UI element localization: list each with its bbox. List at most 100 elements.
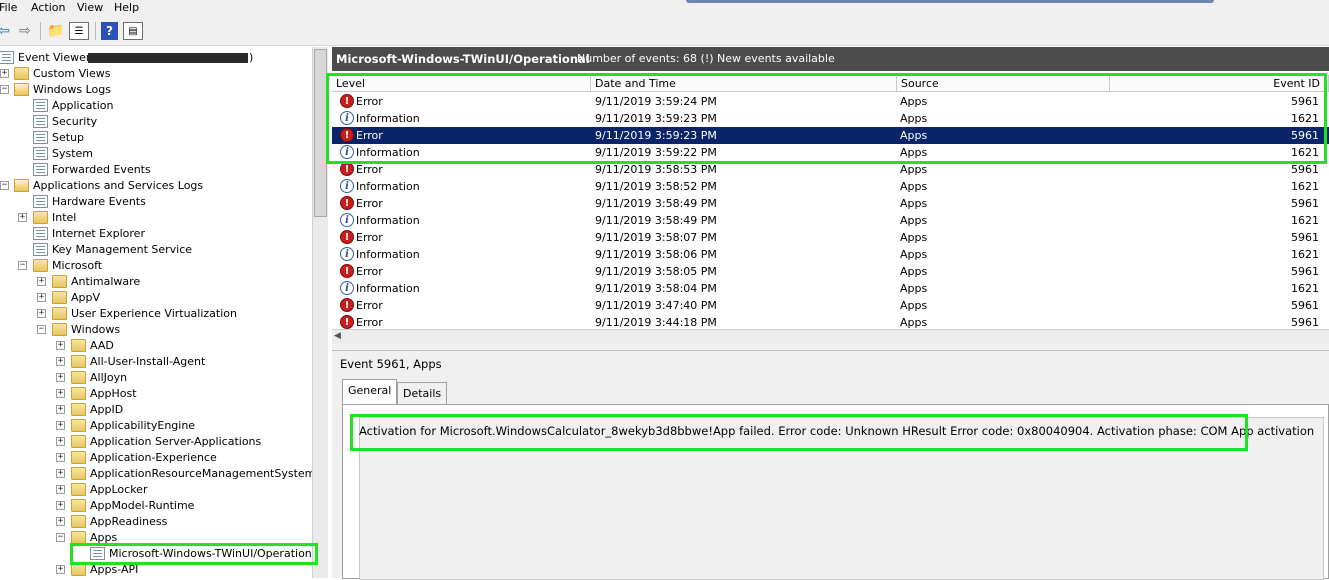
tree-item[interactable]: Forwarded Events [0, 162, 312, 178]
expand-icon[interactable]: + [37, 309, 46, 318]
tree-item[interactable]: + Application Server-Applications [0, 434, 312, 450]
tree-item[interactable]: + All-User-Install-Agent [0, 354, 312, 370]
tree-item[interactable]: + Application-Experience [0, 450, 312, 466]
expand-icon[interactable]: + [56, 469, 65, 478]
event-row[interactable]: ! Error 9/11/2019 3:58:07 PM Apps 5961 [332, 229, 1329, 246]
collapse-icon[interactable]: − [18, 261, 27, 270]
back-arrow-icon[interactable]: ⇦ [0, 22, 12, 40]
collapse-icon[interactable]: − [56, 533, 65, 542]
event-list[interactable]: Level Date and Time Source Event ID ! Err… [332, 75, 1329, 345]
expand-icon[interactable]: + [56, 357, 65, 366]
event-row[interactable]: i Information 9/11/2019 3:58:04 PM Apps 1621 [332, 280, 1329, 297]
tree-item[interactable]: − Windows [0, 322, 312, 338]
expand-icon[interactable]: + [37, 293, 46, 302]
tree-item[interactable]: + AppReadiness [0, 514, 312, 530]
tree-item[interactable]: + AppLocker [0, 482, 312, 498]
event-row[interactable]: i Information 9/11/2019 3:59:22 PM Apps 1621 [332, 144, 1329, 161]
tree-item[interactable]: + ApplicationResourceManagementSystem [0, 466, 312, 482]
tree-item[interactable]: + User Experience Virtualization [0, 306, 312, 322]
collapse-icon[interactable]: − [0, 181, 9, 190]
expand-icon[interactable]: + [18, 213, 27, 222]
log-icon [33, 115, 48, 128]
help-icon[interactable]: ? [101, 22, 118, 40]
properties-icon[interactable]: ▤ [123, 22, 143, 40]
column-level[interactable]: Level [332, 75, 591, 92]
tree-item[interactable]: + Intel [0, 210, 312, 226]
expand-icon[interactable]: + [56, 341, 65, 350]
tree-item[interactable]: Internet Explorer [0, 226, 312, 242]
menu-action[interactable]: Action [31, 1, 65, 14]
collapse-icon[interactable]: − [0, 85, 9, 94]
tree-item[interactable]: Application [0, 98, 312, 114]
event-id: 5961 [1291, 197, 1319, 210]
scroll-left-icon[interactable]: ◀ [334, 331, 341, 341]
tree-item[interactable]: + AppModel-Runtime [0, 498, 312, 514]
console-tree[interactable]: Event Viewer () + Custom Views − Windows Log… [0, 47, 312, 578]
column-event-id[interactable]: Event ID [1110, 75, 1329, 92]
up-folder-icon[interactable]: 📁 [47, 22, 65, 40]
tree-item[interactable]: − Microsoft [0, 258, 312, 274]
tree-item-label: System [52, 147, 94, 160]
tree-item[interactable]: + AAD [0, 338, 312, 354]
expand-icon[interactable]: + [56, 453, 65, 462]
event-row[interactable]: ! Error 9/11/2019 3:58:53 PM Apps 5961 [332, 161, 1329, 178]
tree-scrollbar[interactable] [312, 47, 328, 578]
event-row[interactable]: ! Error 9/11/2019 3:59:24 PM Apps 5961 [332, 93, 1329, 110]
tree-item[interactable]: Event Viewer () [0, 50, 312, 66]
event-row[interactable]: ! Error 9/11/2019 3:47:40 PM Apps 5961 [332, 297, 1329, 314]
log-icon [90, 547, 105, 560]
expand-icon[interactable]: + [56, 485, 65, 494]
tree-item[interactable]: + Antimalware [0, 274, 312, 290]
event-message[interactable]: Activation for Microsoft.WindowsCalculat… [359, 424, 1314, 438]
tree-item[interactable]: + AppHost [0, 386, 312, 402]
event-row[interactable]: i Information 9/11/2019 3:58:06 PM Apps 1621 [332, 246, 1329, 263]
menu-help[interactable]: Help [114, 1, 139, 14]
expand-icon[interactable]: + [56, 373, 65, 382]
tree-item[interactable]: System [0, 146, 312, 162]
list-horizontal-scrollbar[interactable]: ◀ [332, 329, 1329, 344]
event-row[interactable]: ! Error 9/11/2019 3:59:23 PM Apps 5961 [332, 127, 1329, 144]
tree-item[interactable]: + AllJoyn [0, 370, 312, 386]
tree-item[interactable]: Key Management Service [0, 242, 312, 258]
tree-item[interactable]: Microsoft-Windows-TWinUI/Operational [0, 546, 312, 562]
event-row[interactable]: ! Error 9/11/2019 3:58:49 PM Apps 5961 [332, 195, 1329, 212]
tab-details[interactable]: Details [397, 382, 448, 404]
event-description-box[interactable] [359, 417, 1324, 580]
tree-item[interactable]: − Applications and Services Logs [0, 178, 312, 194]
event-row[interactable]: ! Error 9/11/2019 3:58:05 PM Apps 5961 [332, 263, 1329, 280]
expand-icon[interactable]: + [37, 277, 46, 286]
event-row[interactable]: i Information 9/11/2019 3:58:49 PM Apps 1621 [332, 212, 1329, 229]
event-row[interactable]: i Information 9/11/2019 3:59:23 PM Apps 1621 [332, 110, 1329, 127]
expand-icon[interactable]: + [56, 565, 65, 574]
tree-item[interactable]: + Custom Views [0, 66, 312, 82]
tree-item[interactable]: + Apps-API [0, 562, 312, 578]
tree-item[interactable]: + AppID [0, 402, 312, 418]
tree-item[interactable]: Setup [0, 130, 312, 146]
tree-item[interactable]: Security [0, 114, 312, 130]
tree-scrollbar-thumb[interactable] [314, 49, 327, 217]
column-source[interactable]: Source [897, 75, 1110, 92]
tab-general[interactable]: General [342, 379, 398, 405]
tree-item[interactable]: + AppV [0, 290, 312, 306]
information-icon: i [340, 213, 354, 227]
menu-view[interactable]: View [77, 1, 103, 14]
event-detail-title: Event 5961, Apps [340, 357, 442, 371]
tree-item[interactable]: − Apps [0, 530, 312, 546]
expand-icon[interactable]: + [56, 389, 65, 398]
event-row[interactable]: i Information 9/11/2019 3:58:52 PM Apps 1621 [332, 178, 1329, 195]
expand-icon[interactable]: + [56, 501, 65, 510]
tree-item[interactable]: Hardware Events [0, 194, 312, 210]
expand-icon[interactable]: + [56, 437, 65, 446]
expand-icon[interactable]: + [0, 69, 9, 78]
column-date-time[interactable]: Date and Time [591, 75, 897, 92]
show-hide-tree-icon[interactable]: ☰ [69, 22, 89, 40]
expand-icon[interactable]: + [56, 405, 65, 414]
tree-item[interactable]: + ApplicabilityEngine [0, 418, 312, 434]
menu-file[interactable]: File [0, 1, 17, 14]
expand-icon[interactable]: + [56, 421, 65, 430]
forward-arrow-icon[interactable]: ⇨ [16, 22, 34, 40]
collapse-icon[interactable]: − [37, 325, 46, 334]
expand-icon[interactable]: + [56, 517, 65, 526]
folder-icon [71, 419, 86, 432]
tree-item[interactable]: − Windows Logs [0, 82, 312, 98]
